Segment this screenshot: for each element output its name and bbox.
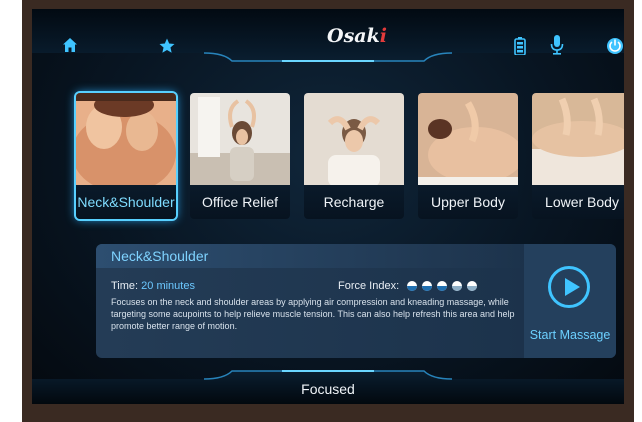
- program-card-neck-shoulder[interactable]: Neck&Shoulder: [76, 93, 176, 219]
- force-dot: [467, 281, 478, 291]
- mode-label[interactable]: Focused: [278, 381, 378, 397]
- lower-body-photo: [532, 93, 624, 187]
- force-level-indicator: [407, 281, 478, 291]
- program-card-label: Office Relief: [190, 185, 290, 219]
- start-massage-label: Start Massage: [529, 328, 611, 342]
- program-list: Neck&Shoulder Office Relief Recharge Upp…: [76, 93, 624, 221]
- program-title: Neck&Shoulder: [111, 248, 209, 264]
- program-card-office-relief[interactable]: Office Relief: [190, 93, 290, 219]
- program-card-label: Upper Body: [418, 185, 518, 219]
- time-label: Time:: [111, 280, 139, 292]
- start-massage-button[interactable]: Start Massage: [524, 244, 616, 358]
- force-dot: [422, 281, 433, 291]
- brand-logo: Osaki: [327, 25, 387, 47]
- recharge-photo: [304, 93, 404, 187]
- microphone-icon[interactable]: [550, 35, 564, 55]
- power-icon[interactable]: [606, 35, 624, 55]
- device-frame: Osaki Neck&Shoulder Office Relief Rechar…: [22, 0, 634, 422]
- star-icon[interactable]: [158, 37, 176, 55]
- program-card-upper-body[interactable]: Upper Body: [418, 93, 518, 219]
- program-detail-panel: Neck&Shoulder Time: 20 minutes Force Ind…: [96, 244, 616, 358]
- program-card-label: Neck&Shoulder: [76, 185, 176, 219]
- neck-shoulder-photo: [76, 93, 176, 187]
- home-icon[interactable]: [62, 37, 78, 53]
- screen: Osaki Neck&Shoulder Office Relief Rechar…: [32, 9, 624, 404]
- office-relief-photo: [190, 93, 290, 187]
- program-card-label: Recharge: [304, 185, 404, 219]
- play-icon[interactable]: [548, 266, 590, 308]
- program-time: Time: 20 minutes: [111, 280, 195, 292]
- force-dot: [452, 281, 463, 291]
- program-card-recharge[interactable]: Recharge: [304, 93, 404, 219]
- time-value: 20 minutes: [141, 280, 195, 292]
- program-description: Focuses on the neck and shoulder areas b…: [111, 297, 515, 331]
- program-card-lower-body[interactable]: Lower Body: [532, 93, 624, 219]
- battery-icon: [514, 37, 526, 55]
- force-dot: [407, 281, 418, 291]
- program-card-label: Lower Body: [532, 185, 624, 219]
- upper-body-photo: [418, 93, 518, 187]
- force-label: Force Index:: [338, 280, 400, 292]
- force-index: Force Index:: [338, 280, 478, 292]
- force-dot: [437, 281, 448, 291]
